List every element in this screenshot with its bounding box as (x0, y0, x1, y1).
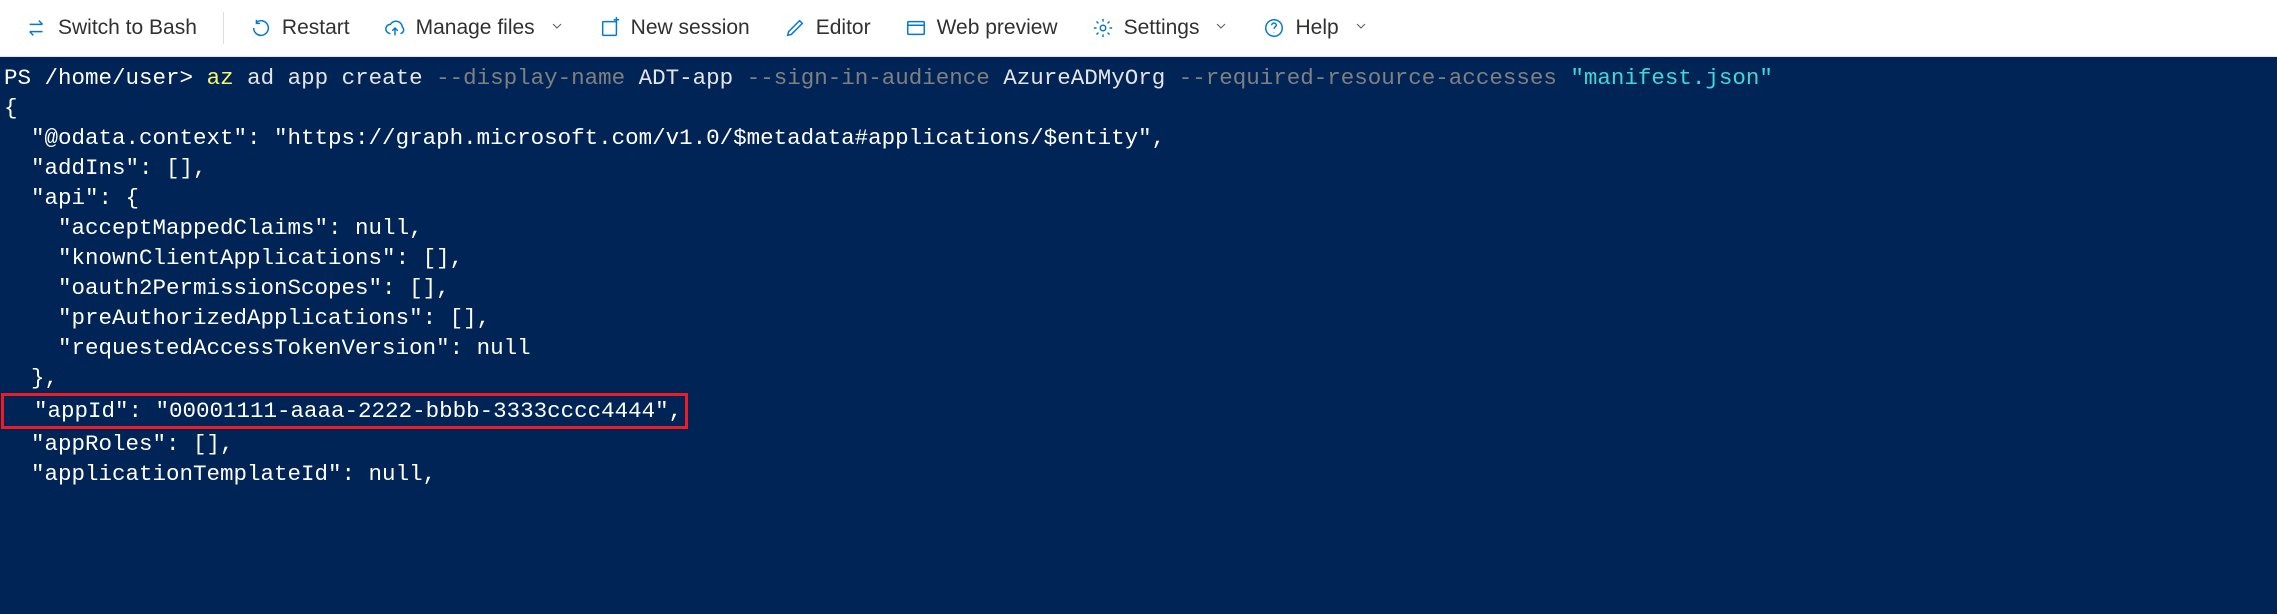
output-line: "appRoles": [], (4, 431, 234, 457)
cmd-flag2: --sign-in-audience (747, 65, 990, 91)
output-line: { (4, 95, 18, 121)
output-line: "acceptMappedClaims": null, (4, 215, 423, 241)
web-preview-icon (905, 17, 927, 39)
settings-button[interactable]: Settings (1078, 10, 1244, 46)
restart-icon (250, 17, 272, 39)
manage-files-label: Manage files (416, 16, 535, 40)
editor-button[interactable]: Editor (770, 10, 885, 46)
toolbar-divider (223, 12, 224, 44)
swap-icon (26, 17, 48, 39)
cmd-flag3: --required-resource-accesses (1179, 65, 1557, 91)
web-preview-label: Web preview (937, 16, 1058, 40)
chevron-down-icon (1213, 16, 1229, 40)
output-line: "oauth2PermissionScopes": [], (4, 275, 450, 301)
cloud-upload-icon (384, 17, 406, 39)
cmd-az: az (207, 65, 234, 91)
output-line: "knownClientApplications": [], (4, 245, 463, 271)
cmd-val1: ADT-app (625, 65, 747, 91)
new-session-icon (599, 17, 621, 39)
output-line: "requestedAccessTokenVersion": null (4, 335, 531, 361)
web-preview-button[interactable]: Web preview (891, 10, 1072, 46)
terminal-output[interactable]: PS /home/user> az ad app create --displa… (0, 57, 2277, 614)
manage-files-button[interactable]: Manage files (370, 10, 579, 46)
output-line: "addIns": [], (4, 155, 207, 181)
output-line: }, (4, 365, 58, 391)
restart-button[interactable]: Restart (236, 10, 364, 46)
help-label: Help (1295, 16, 1338, 40)
editor-label: Editor (816, 16, 871, 40)
new-session-button[interactable]: New session (585, 10, 764, 46)
switch-shell-label: Switch to Bash (58, 16, 197, 40)
output-line: "@odata.context": "https://graph.microso… (4, 125, 1165, 151)
terminal-prompt-path: /home/user> (45, 65, 194, 91)
gear-icon (1092, 17, 1114, 39)
switch-shell-button[interactable]: Switch to Bash (12, 10, 211, 46)
output-line: "preAuthorizedApplications": [], (4, 305, 490, 331)
settings-label: Settings (1124, 16, 1200, 40)
cloud-shell-toolbar: Switch to Bash Restart Manage files Ne (0, 0, 2277, 57)
new-session-label: New session (631, 16, 750, 40)
cmd-sub: ad app create (234, 65, 437, 91)
output-line-appid: "appId": "00001111-aaaa-2222-bbbb-3333cc… (7, 398, 682, 424)
terminal-prompt-ps: PS (4, 65, 45, 91)
help-button[interactable]: Help (1249, 10, 1382, 46)
chevron-down-icon (549, 16, 565, 40)
chevron-down-icon (1353, 16, 1369, 40)
output-line: "api": { (4, 185, 139, 211)
output-line: "applicationTemplateId": null, (4, 461, 436, 487)
restart-label: Restart (282, 16, 350, 40)
appid-highlight: "appId": "00001111-aaaa-2222-bbbb-3333cc… (1, 393, 688, 429)
cmd-flag1: --display-name (436, 65, 625, 91)
help-icon (1263, 17, 1285, 39)
pencil-icon (784, 17, 806, 39)
cmd-val2: AzureADMyOrg (990, 65, 1179, 91)
cmd-val3: "manifest.json" (1557, 65, 1773, 91)
